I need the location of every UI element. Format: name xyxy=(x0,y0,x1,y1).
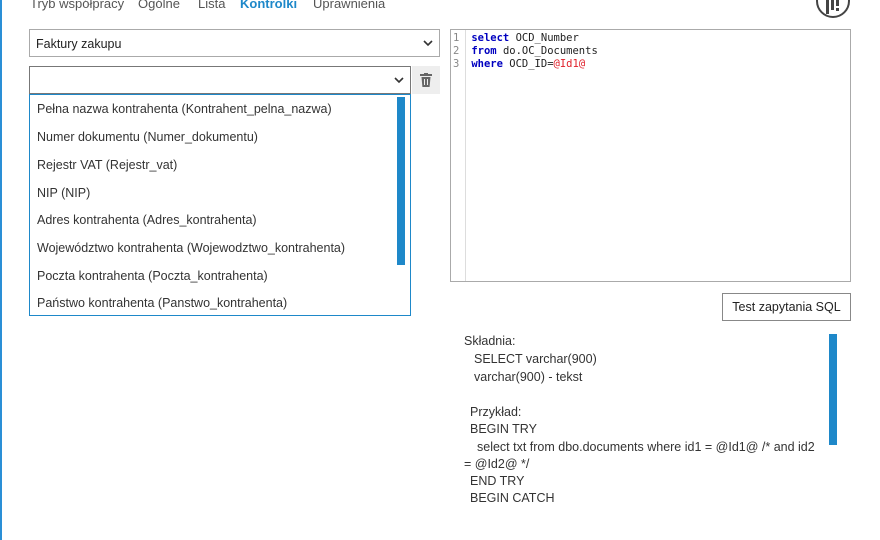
help-line: END TRY xyxy=(470,474,525,488)
dropdown-option[interactable]: Adres kontrahenta (Adres_kontrahenta) xyxy=(37,213,257,227)
help-scrollbar[interactable] xyxy=(829,334,837,445)
dropdown-option[interactable]: Rejestr VAT (Rejestr_vat) xyxy=(37,158,177,172)
help-line: select txt from dbo.documents where id1 … xyxy=(477,440,815,454)
code-line: 1 select OCD_Number xyxy=(453,32,579,44)
tab-cooperation-mode[interactable]: Tryb współpracy xyxy=(30,0,124,11)
window-frame xyxy=(0,0,2,540)
settings-bars-icon[interactable] xyxy=(816,0,850,18)
sql-keyword: where xyxy=(471,58,510,70)
chevron-down-icon xyxy=(423,40,433,47)
code-line: 2 from do.OC_Documents xyxy=(453,45,598,57)
dropdown-option[interactable]: Numer dokumentu (Numer_dokumentu) xyxy=(37,130,258,144)
sql-text: OCD_Number xyxy=(515,32,579,44)
sql-parameter: @Id1@ xyxy=(553,58,586,70)
line-number: 2 xyxy=(453,45,460,57)
field-select[interactable] xyxy=(29,66,411,94)
test-sql-query-button[interactable]: Test zapytania SQL xyxy=(722,293,851,321)
help-line: Przykład: xyxy=(470,405,522,419)
help-line: BEGIN TRY xyxy=(470,422,537,436)
tab-permissions[interactable]: Uprawnienia xyxy=(313,0,385,11)
delete-button[interactable] xyxy=(412,66,440,94)
dropdown-option[interactable]: Państwo kontrahenta (Panstwo_kontrahenta… xyxy=(37,296,287,310)
document-type-value: Faktury zakupu xyxy=(36,37,122,51)
dropdown-scrollbar[interactable] xyxy=(397,97,405,265)
line-number: 3 xyxy=(453,58,460,70)
sql-keyword: select xyxy=(471,32,516,44)
line-number: 1 xyxy=(453,32,460,44)
sql-keyword: from xyxy=(471,45,503,57)
sql-text: do.OC_Documents xyxy=(502,45,598,57)
help-line: Składnia: xyxy=(464,334,516,348)
help-line: SELECT varchar(900) xyxy=(474,352,597,366)
dropdown-option[interactable]: Poczta kontrahenta (Poczta_kontrahenta) xyxy=(37,269,268,283)
sql-text: OCD_ID= xyxy=(509,58,554,70)
code-line: 3 where OCD_ID=@Id1@ xyxy=(453,58,585,70)
chevron-down-icon xyxy=(394,77,404,84)
sql-editor[interactable]: 1 select OCD_Number 2 from do.OC_Documen… xyxy=(450,29,851,282)
trash-icon xyxy=(420,73,432,87)
dropdown-option[interactable]: Pełna nazwa kontrahenta (Kontrahent_peln… xyxy=(37,102,332,116)
field-dropdown-list: Pełna nazwa kontrahenta (Kontrahent_peln… xyxy=(29,94,411,316)
tab-general[interactable]: Ogólne xyxy=(138,0,180,11)
dropdown-option[interactable]: Województwo kontrahenta (Wojewodztwo_kon… xyxy=(37,241,345,255)
help-line: = @Id2@ */ xyxy=(464,457,530,471)
help-line: BEGIN CATCH xyxy=(470,491,555,505)
help-line: varchar(900) - tekst xyxy=(474,370,583,384)
tab-list[interactable]: Lista xyxy=(198,0,225,11)
document-type-select[interactable]: Faktury zakupu xyxy=(29,29,440,57)
dropdown-option[interactable]: NIP (NIP) xyxy=(37,186,90,200)
tab-controls[interactable]: Kontrolki xyxy=(240,0,297,11)
